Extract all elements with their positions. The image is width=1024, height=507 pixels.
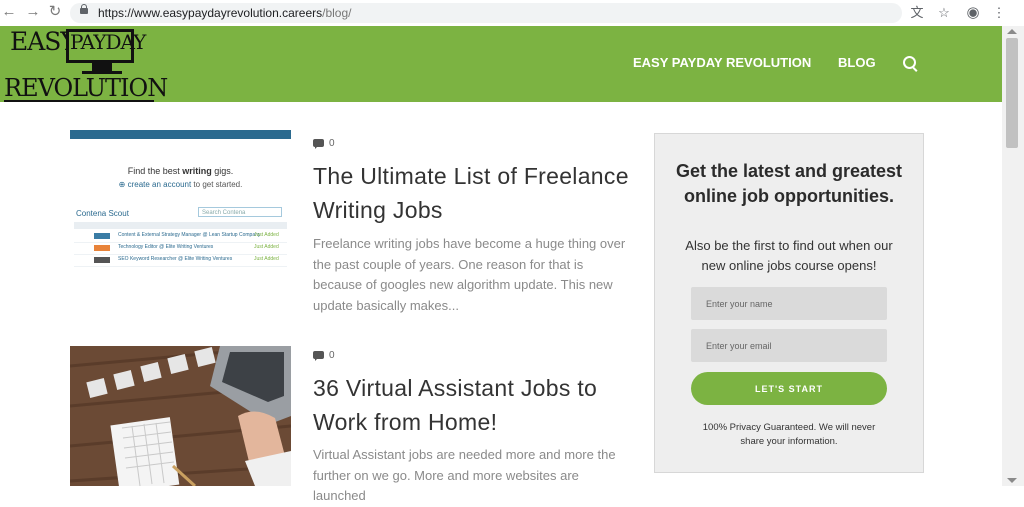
optin-subheading: Also be the first to find out when our n… xyxy=(685,238,893,273)
url-text[interactable]: https://www.easypaydayrevolution.careers… xyxy=(98,5,351,21)
scroll-up-icon[interactable] xyxy=(1007,29,1017,34)
nav-easy-payday-revolution[interactable]: EASY PAYDAY REVOLUTION xyxy=(633,55,811,70)
thumb-row-action: Just Added xyxy=(254,232,279,238)
thumb-topbar xyxy=(70,130,291,139)
kebab-menu-icon[interactable]: ⋮ xyxy=(990,4,1008,22)
thumb-row-tag xyxy=(94,257,110,263)
thumb-find-prefix: Find the best xyxy=(127,166,183,176)
account-icon[interactable]: ◉ xyxy=(964,4,982,22)
scrollbar[interactable] xyxy=(1002,26,1024,486)
thumb-search-box: Search Contena xyxy=(198,207,282,217)
thumb-create-link: create an account xyxy=(127,180,192,189)
comment-count[interactable]: 0 xyxy=(313,350,335,361)
optin-heading: Get the latest and greatest online job o… xyxy=(675,161,903,206)
newsletter-optin: Get the latest and greatest online job o… xyxy=(654,133,924,473)
privacy-note: 100% Privacy Guaranteed. We will never s… xyxy=(702,422,876,447)
thumb-table-row: Technology Editor @ Elite Writing Ventur… xyxy=(74,243,287,255)
url-path: /blog/ xyxy=(322,6,352,20)
logo-text-payday: PAYDAY xyxy=(70,30,146,54)
forward-icon[interactable]: → xyxy=(24,3,42,21)
site-header: EASY PAYDAY REVOLUTION EASY PAYDAY REVOL… xyxy=(0,26,1002,102)
logo-underline xyxy=(4,100,154,102)
logo-monitor-stand xyxy=(92,63,112,71)
thumb-brand: Contena Scout xyxy=(76,209,129,218)
logo-text-revolution: REVOLUTION xyxy=(4,74,168,102)
thumb-table-header xyxy=(74,222,287,229)
thumb-row-tag xyxy=(94,245,110,251)
post-excerpt: Freelance writing jobs have become a hug… xyxy=(313,236,626,313)
url-host: https://www.easypaydayrevolution.careers xyxy=(98,6,323,20)
thumb-row-text: Content & External Strategy Manager @ Le… xyxy=(118,232,261,238)
thumb-plus-icon: ⊕ xyxy=(118,180,128,189)
thumb-find-text: Find the best writing gigs. xyxy=(70,166,291,176)
thumb-row-tag xyxy=(94,233,110,239)
comment-count-value: 0 xyxy=(329,350,335,361)
browser-toolbar: ← → ↻ https://www.easypaydayrevolution.c… xyxy=(0,0,1024,26)
reload-icon[interactable]: ↻ xyxy=(46,3,64,21)
comment-icon xyxy=(313,139,324,149)
thumb-table-row: SEO Keyword Researcher @ Elite Writing V… xyxy=(74,255,287,267)
post-title[interactable]: The Ultimate List of Freelance Writing J… xyxy=(313,159,633,227)
search-icon[interactable] xyxy=(903,56,916,69)
thumb-row-text: SEO Keyword Researcher @ Elite Writing V… xyxy=(118,256,233,262)
thumb-row-text: Technology Editor @ Elite Writing Ventur… xyxy=(118,244,214,250)
thumb-find-suffix: gigs. xyxy=(211,166,234,176)
thumb-row-action: Just Added xyxy=(254,244,279,250)
address-bar[interactable]: https://www.easypaydayrevolution.careers… xyxy=(70,3,902,23)
translate-icon[interactable]: 文 xyxy=(908,4,926,22)
comment-count-value: 0 xyxy=(329,138,335,149)
nav-blog[interactable]: BLOG xyxy=(838,55,876,70)
star-icon[interactable]: ☆ xyxy=(935,4,953,22)
scroll-down-icon[interactable] xyxy=(1007,478,1017,483)
name-input[interactable] xyxy=(691,287,887,320)
thumb-create-suffix: to get started. xyxy=(191,180,243,189)
back-icon[interactable]: ← xyxy=(0,3,18,21)
thumb-row-action: Just Added xyxy=(254,256,279,262)
scroll-thumb[interactable] xyxy=(1006,38,1018,148)
thumb-find-bold: writing xyxy=(182,166,212,176)
email-input[interactable] xyxy=(691,329,887,362)
lets-start-button[interactable]: LET'S START xyxy=(691,372,887,405)
post-excerpt: Virtual Assistant jobs are needed more a… xyxy=(313,447,616,503)
thumb-create-text: ⊕ create an account to get started. xyxy=(70,180,291,189)
post-thumbnail-dream[interactable] xyxy=(70,346,291,486)
comment-count[interactable]: 0 xyxy=(313,138,335,149)
site-logo[interactable]: EASY PAYDAY REVOLUTION xyxy=(0,26,168,102)
comment-icon xyxy=(313,351,324,361)
thumb-table-row: Content & External Strategy Manager @ Le… xyxy=(74,231,287,243)
post-thumbnail-contena[interactable]: Find the best writing gigs. ⊕ create an … xyxy=(70,130,291,270)
post-title[interactable]: 36 Virtual Assistant Jobs to Work from H… xyxy=(313,371,633,439)
dream-photo xyxy=(70,346,291,486)
lock-icon[interactable] xyxy=(80,4,88,14)
